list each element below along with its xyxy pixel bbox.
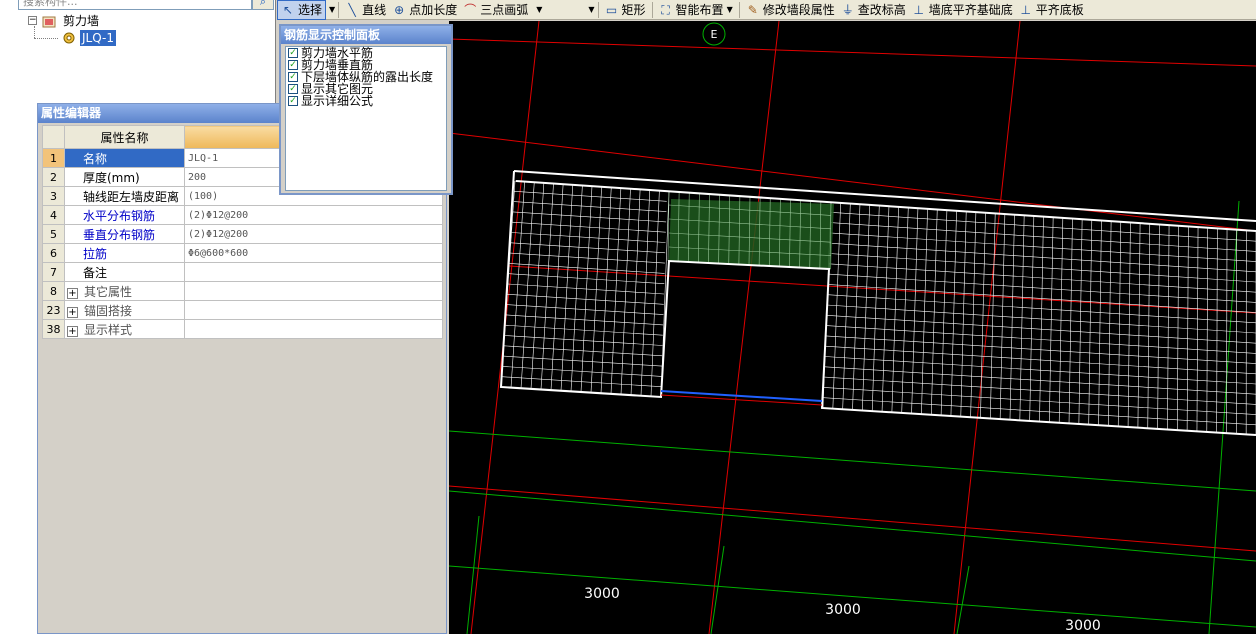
rebar-line <box>512 211 667 223</box>
dimension-label: 3000 <box>825 602 861 618</box>
control-panel-options: ✓ 剪力墙水平筋 ✓ 剪力墙垂直筋 ✓ 下层墙体纵筋的露出长度 ✓ 显示其它图元 ✓ 显示… <box>285 46 447 191</box>
rebar-line <box>513 201 667 212</box>
tree-connector <box>34 26 35 38</box>
checkbox-checked-icon[interactable]: ✓ <box>288 96 298 106</box>
line-icon: ╲ <box>348 2 356 17</box>
expand-icon[interactable]: + <box>67 306 78 318</box>
shear-wall-rebar-mesh[interactable] <box>500 180 1256 436</box>
gear-icon <box>63 32 75 44</box>
rebar-line <box>514 191 667 202</box>
cad-viewport[interactable]: E 3000 3000 3000 <box>449 21 1256 634</box>
rectangle-button[interactable]: ▭ 矩形 <box>602 0 649 20</box>
checkbox-checked-icon[interactable]: ✓ <box>288 84 298 94</box>
table-row-group[interactable]: 23 + 锚固搭接 <box>42 300 443 320</box>
wall-folder-icon <box>42 16 56 27</box>
rebar-display-control-panel: 钢筋显示控制面板 ✓ 剪力墙水平筋 ✓ 剪力墙垂直筋 ✓ 下层墙体纵筋的露出长度 ✓ 显… <box>279 24 453 195</box>
align-slab-bottom-button[interactable]: ⊥ 平齐底板 <box>1016 0 1087 20</box>
chevron-down-icon[interactable]: ▼ <box>588 5 594 14</box>
expand-icon[interactable]: + <box>67 287 78 299</box>
align-base-icon: ⊥ <box>913 2 924 17</box>
table-row[interactable]: 6 拉筋 Φ6@600*600 <box>42 243 443 263</box>
align-slab-icon: ⊥ <box>1020 2 1031 17</box>
control-panel-title: 钢筋显示控制面板 <box>281 26 451 44</box>
edit-wall-icon: ✎ <box>747 2 758 17</box>
tree-connector <box>34 38 58 39</box>
wall-outline <box>499 170 1256 436</box>
option-show-detailed-formula[interactable]: ✓ 显示详细公式 <box>286 95 446 107</box>
collapse-icon[interactable]: − <box>28 16 37 25</box>
checkbox-checked-icon[interactable]: ✓ <box>288 60 298 70</box>
table-row[interactable]: 7 备注 <box>42 262 443 282</box>
align-foundation-bottom-button[interactable]: ⊥ 墙底平齐基础底 <box>909 0 1016 20</box>
three-point-arc-button[interactable]: ⌒ 三点画弧 ▼ <box>460 0 545 20</box>
rebar-line <box>512 221 666 233</box>
dimension-label: 3000 <box>1065 618 1101 634</box>
rebar-line <box>507 283 665 295</box>
chevron-down-icon[interactable]: ▼ <box>536 5 542 14</box>
chevron-down-icon[interactable]: ▼ <box>727 5 733 14</box>
elevation-icon: ⏚ <box>841 2 854 17</box>
table-row[interactable]: 4 水平分布钢筋 (2)Φ12@200 <box>42 205 443 225</box>
edit-elevation-button[interactable]: ⏚ 查改标高 <box>838 0 909 20</box>
point-length-icon: ⊕ <box>394 2 405 17</box>
drawing-toolbar: ↖ 选择 ▼ ╲ 直线 ⊕ 点加长度 ⌒ 三点画弧 ▼ ▼ ▭ 矩形 ⛶ 智能布… <box>277 0 1256 20</box>
tree-node-label: 剪力墙 <box>63 14 100 28</box>
arc-icon: ⌒ <box>464 2 477 17</box>
tree-node-label: JLQ-1 <box>80 30 116 46</box>
line-button[interactable]: ╲ 直线 <box>342 0 389 20</box>
edit-wall-segment-button[interactable]: ✎ 修改墙段属性 <box>743 0 838 20</box>
pointer-icon: ↖ <box>282 2 294 17</box>
point-length-button[interactable]: ⊕ 点加长度 <box>389 0 460 20</box>
rebar-line <box>510 252 665 264</box>
expand-icon[interactable]: + <box>67 325 78 337</box>
select-button[interactable]: ↖ 选择 <box>277 0 327 20</box>
axis-label-e: E <box>711 28 718 41</box>
selected-wall-segment[interactable] <box>669 199 834 269</box>
checkbox-checked-icon[interactable]: ✓ <box>288 72 298 82</box>
table-row-group[interactable]: 8 + 其它属性 <box>42 281 443 301</box>
rectangle-icon: ▭ <box>605 2 618 17</box>
rebar-line <box>511 232 666 243</box>
tree-search-input[interactable]: 搜索构件... <box>18 0 252 10</box>
chevron-down-icon[interactable]: ▼ <box>329 5 335 14</box>
dimension-label: 3000 <box>584 586 620 602</box>
search-icon[interactable]: ⌕ <box>252 0 274 10</box>
table-row-group[interactable]: 38 + 显示样式 <box>42 319 443 339</box>
column-header-name: 属性名称 <box>64 125 185 149</box>
rebar-line <box>509 263 665 274</box>
table-row[interactable]: 5 垂直分布钢筋 (2)Φ12@200 <box>42 224 443 244</box>
smart-layout-icon: ⛶ <box>661 2 670 17</box>
drawing-canvas[interactable]: E 3000 3000 3000 <box>449 21 1256 634</box>
rebar-line <box>510 242 666 254</box>
rebar-line <box>508 273 665 284</box>
smart-layout-button[interactable]: ⛶ 智能布置 ▼ <box>656 0 736 20</box>
checkbox-checked-icon[interactable]: ✓ <box>288 48 298 58</box>
